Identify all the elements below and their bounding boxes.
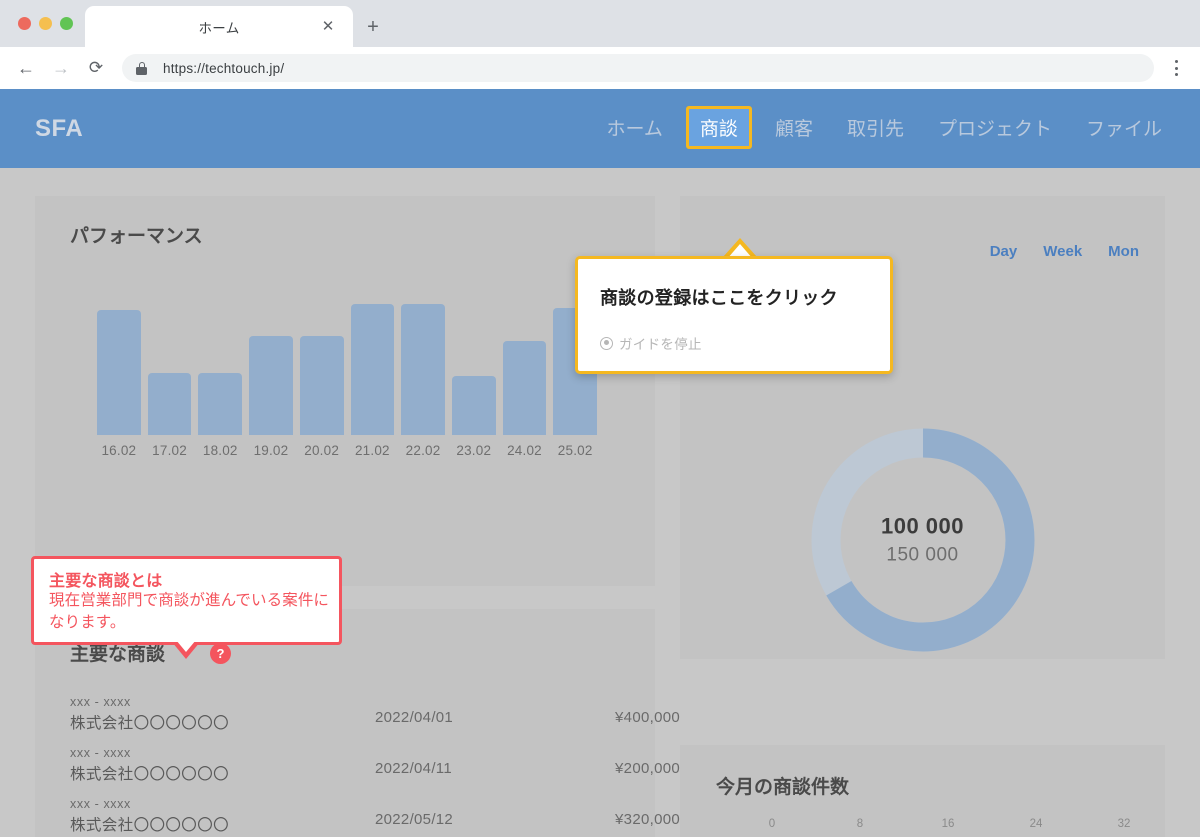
maximize-window-button[interactable] [60,17,73,30]
x-tick-label: 0 [768,818,776,830]
main-navigation: ホーム 商談 顧客 取引先 プロジェクト ファイル [602,106,1166,149]
x-tick-label: 16 [941,818,955,830]
performance-card: パフォーマンス 16.02 17.02 18.02 19.02 20.02 21… [35,196,655,586]
x-tick-label: 23.02 [456,443,492,458]
key-deals-annotation: 主要な商談とは 現在営業部門で商談が進んでいる案件になります。 [31,556,342,645]
range-month[interactable]: Mon [1108,243,1139,260]
donut-value-target: 150 000 [886,544,959,566]
browser-tab[interactable]: ホーム ✕ [85,6,353,47]
stop-guide-button[interactable]: ガイドを停止 [600,333,702,353]
deal-date: 2022/04/11 [375,760,452,777]
deal-company: 株式会社〇〇〇〇〇〇 [70,766,230,783]
guide-tooltip: 商談の登録はここをクリック ガイドを停止 [575,256,893,374]
kebab-menu-icon[interactable] [1166,57,1186,79]
screenshot-root: ホーム ✕ + ← → ⟳ https://techtouch.jp/ SFA … [0,0,1200,837]
deal-code: xxx - xxxx [70,695,131,709]
bar-18-02 [198,372,243,435]
reload-icon[interactable]: ⟳ [84,56,108,80]
goal-donut-chart: 100 000 150 000 [801,418,1045,662]
bar-24-02 [502,341,547,435]
deal-code: xxx - xxxx [70,797,131,811]
range-selector: Day Week Mon [990,243,1139,260]
address-bar[interactable]: https://techtouch.jp/ [122,54,1154,82]
bar-20-02 [299,336,344,435]
bar-19-02 [249,336,293,435]
deal-code: xxx - xxxx [70,746,131,760]
x-tick-label: 18.02 [202,443,238,458]
bar-22-02 [401,303,445,435]
close-icon[interactable]: ✕ [319,18,337,36]
deal-amount: ¥400,000 [615,709,680,726]
forward-icon[interactable]: → [49,56,73,80]
back-icon[interactable]: ← [14,56,38,80]
deal-amount: ¥200,000 [615,760,680,777]
deal-amount: ¥320,000 [615,811,680,828]
nav-item-project[interactable]: プロジェクト [934,112,1056,143]
annotation-body: 現在営業部門で商談が進んでいる案件になります。 [49,592,330,631]
x-tick-label: 16.02 [101,443,137,458]
performance-bars [97,303,598,435]
x-tick-label: 20.02 [304,443,340,458]
stop-guide-icon [600,336,613,350]
deal-row[interactable]: xxx - xxxx 株式会社〇〇〇〇〇〇 2022/04/01 ¥400,00… [70,695,680,746]
x-tick-label: 8 [856,818,864,830]
annotation-title: 主要な商談とは [49,573,163,590]
browser-toolbar: ← → ⟳ https://techtouch.jp/ [0,47,1200,89]
x-tick-label: 21.02 [354,443,390,458]
browser-tab-title: ホーム [198,20,240,36]
web-app-viewport: SFA ホーム 商談 顧客 取引先 プロジェクト ファイル パフォーマンス 16… [0,89,1200,837]
deal-row[interactable]: xxx - xxxx 株式会社〇〇〇〇〇〇 2022/04/11 ¥200,00… [70,746,680,797]
nav-item-file[interactable]: ファイル [1082,112,1166,143]
nav-item-shodan[interactable]: 商談 [685,106,752,149]
lock-icon [136,61,147,75]
deal-company: 株式会社〇〇〇〇〇〇 [70,715,230,732]
x-tick-label: 32 [1117,818,1131,830]
monthly-deal-count-title: 今月の商談件数 [716,777,850,798]
stop-guide-label: ガイドを停止 [619,337,702,352]
bar-21-02 [350,303,395,435]
app-logo: SFA [35,115,84,142]
range-week[interactable]: Week [1043,243,1082,260]
performance-bar-chart [97,303,598,435]
donut-center-labels: 100 000 150 000 [801,514,1045,567]
deal-date: 2022/05/12 [375,811,454,828]
performance-title: パフォーマンス [70,226,203,247]
monthly-x-axis: 0 8 16 24 32 [768,818,1131,837]
x-tick-label: 25.02 [557,443,593,458]
minimize-window-button[interactable] [39,17,52,30]
x-tick-label: 22.02 [405,443,441,458]
bar-23-02 [451,376,496,435]
nav-item-torihiki[interactable]: 取引先 [843,112,908,143]
help-icon[interactable]: ? [210,643,231,664]
deal-company: 株式会社〇〇〇〇〇〇 [70,817,230,834]
annotation-arrow-inner [176,640,196,652]
bar-16-02 [97,310,141,435]
deal-date: 2022/04/01 [375,709,454,726]
guide-tooltip-title: 商談の登録はここをクリック [600,288,838,308]
performance-x-axis-labels: 16.02 17.02 18.02 19.02 20.02 21.02 22.0… [97,443,597,458]
app-header: SFA ホーム 商談 顧客 取引先 プロジェクト ファイル [0,89,1200,168]
browser-tab-bar: ホーム ✕ + [0,0,1200,47]
close-window-button[interactable] [18,17,31,30]
x-tick-label: 19.02 [253,443,289,458]
plus-icon[interactable]: + [360,14,386,40]
app-background-overlay: SFA ホーム 商談 顧客 取引先 プロジェクト ファイル パフォーマンス 16… [0,89,1200,837]
range-day[interactable]: Day [990,243,1018,260]
address-bar-url: https://techtouch.jp/ [163,60,285,76]
donut-value-current: 100 000 [880,513,965,539]
nav-item-kokyaku[interactable]: 顧客 [771,112,817,143]
x-tick-label: 24 [1029,818,1043,830]
monthly-deal-count-card: 今月の商談件数 0 8 16 24 32 [680,745,1165,837]
window-traffic-lights [18,17,73,30]
x-tick-label: 17.02 [152,443,187,458]
x-tick-label: 24.02 [507,443,542,458]
bar-17-02 [147,372,192,435]
deal-row[interactable]: xxx - xxxx 株式会社〇〇〇〇〇〇 2022/05/12 ¥320,00… [70,797,680,837]
nav-item-home[interactable]: ホーム [602,112,666,143]
